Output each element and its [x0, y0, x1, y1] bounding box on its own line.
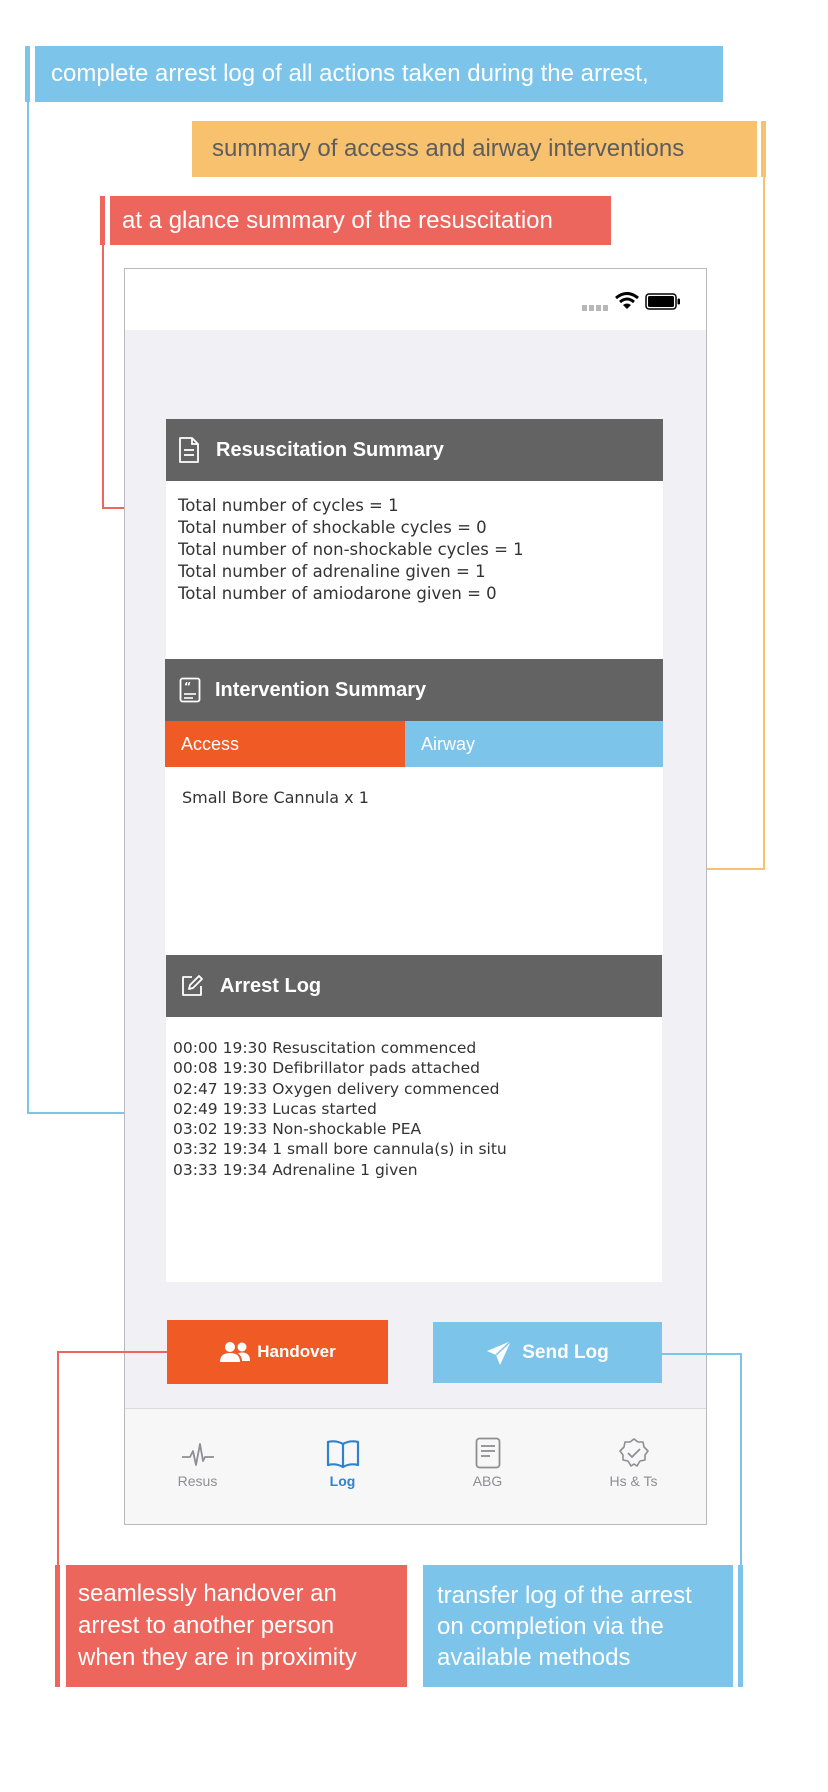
tab-bar: Resus Log ABG Hs & Ts — [125, 1408, 706, 1524]
arrest-log-body: 00:00 19:30 Resuscitation commenced 00:0… — [166, 1017, 662, 1282]
summary-line: Total number of shockable cycles = 0 — [178, 518, 487, 537]
badge-check-icon — [618, 1438, 649, 1467]
intervention-summary-body: Small Bore Cannula x 1 — [165, 767, 663, 955]
log-entry: 00:08 19:30 Defibrillator pads attached — [173, 1059, 480, 1078]
intervention-item: Small Bore Cannula x 1 — [182, 788, 369, 807]
log-entry: 03:33 19:34 Adrenaline 1 given — [173, 1160, 418, 1179]
summary-line: Total number of cycles = 1 — [178, 496, 399, 515]
callout-glance: at a glance summary of the resuscitation — [110, 196, 611, 245]
connector-log-vertical — [27, 102, 29, 1113]
send-log-button-label: Send Log — [522, 1341, 609, 1363]
tabbar-item-hs-ts[interactable]: Hs & Ts — [561, 1409, 706, 1489]
tabbar-label-hs-ts: Hs & Ts — [609, 1473, 658, 1489]
intervention-summary-header: “ Intervention Summary — [165, 659, 663, 721]
callout-glance-accent — [100, 196, 105, 245]
handover-button[interactable]: Handover — [167, 1320, 388, 1384]
send-log-button[interactable]: Send Log — [433, 1322, 662, 1383]
summary-line: Total number of adrenaline given = 1 — [178, 562, 486, 581]
wifi-icon — [615, 292, 639, 309]
tab-airway-label: Airway — [421, 733, 476, 754]
arrest-log-title: Arrest Log — [220, 974, 322, 997]
summary-line: Total number of amiodarone given = 0 — [178, 584, 497, 603]
tabbar-item-abg[interactable]: ABG — [415, 1409, 560, 1489]
resuscitation-summary-body: Total number of cycles = 1 Total number … — [166, 481, 663, 659]
log-entries: 00:00 19:30 Resuscitation commenced 00:0… — [173, 1038, 507, 1180]
signal-dots-icon — [582, 305, 608, 311]
tabbar-label-log: Log — [329, 1473, 356, 1489]
log-entry: 03:02 19:33 Non-shockable PEA — [173, 1120, 422, 1139]
summary-lines: Total number of cycles = 1 Total number … — [178, 495, 524, 605]
handover-button-label: Handover — [257, 1342, 336, 1361]
callout-interventions-accent — [761, 121, 766, 177]
resuscitation-summary-header: Resuscitation Summary — [166, 419, 663, 481]
log-entry: 02:49 19:33 Lucas started — [173, 1099, 377, 1118]
notes-icon — [475, 1437, 500, 1469]
connector-interventions-vertical — [763, 177, 765, 870]
pulse-icon — [181, 1443, 214, 1466]
callout-log-text: complete arrest log of all actions taken… — [51, 60, 649, 87]
summary-line: Total number of non-shockable cycles = 1 — [178, 540, 524, 559]
callout-send-text: transfer log of the arrest on completion… — [437, 1581, 692, 1671]
log-entry: 02:47 19:33 Oxygen delivery commenced — [173, 1079, 500, 1098]
arrest-log-header: Arrest Log — [166, 955, 662, 1017]
connector-handover-vertical — [57, 1351, 59, 1565]
callout-handover-accent — [55, 1565, 60, 1687]
tab-access-label: Access — [181, 733, 240, 754]
tabbar-item-resus[interactable]: Resus — [125, 1409, 270, 1489]
tab-access[interactable]: Access — [165, 721, 405, 767]
callout-handover-text: seamlessly handover an arrest to another… — [78, 1580, 357, 1671]
battery-icon — [645, 293, 680, 310]
callout-send: transfer log of the arrest on completion… — [423, 1565, 733, 1687]
log-entry: 03:32 19:34 1 small bore cannula(s) in s… — [173, 1140, 507, 1159]
log-entry: 00:00 19:30 Resuscitation commenced — [173, 1039, 477, 1057]
svg-text:“: “ — [184, 680, 191, 693]
callout-log-accent — [25, 46, 30, 102]
intervention-tabs: Access Airway — [165, 721, 663, 767]
resuscitation-summary-title: Resuscitation Summary — [216, 438, 444, 461]
connector-send-horizontal — [662, 1353, 742, 1355]
connector-glance-vertical — [102, 245, 104, 509]
paper-plane-icon — [487, 1339, 512, 1365]
intervention-summary-title: Intervention Summary — [215, 678, 427, 701]
connector-send-vertical — [740, 1353, 742, 1565]
tabbar-item-log[interactable]: Log — [270, 1409, 415, 1489]
tab-airway[interactable]: Airway — [405, 721, 663, 767]
callout-glance-text: at a glance summary of the resuscitation — [122, 206, 553, 234]
book-icon — [326, 1440, 359, 1469]
tabbar-label-abg: ABG — [472, 1473, 503, 1489]
status-bar — [125, 269, 706, 330]
edit-icon — [182, 975, 203, 996]
callout-handover: seamlessly handover an arrest to another… — [66, 1565, 407, 1687]
callout-interventions: summary of access and airway interventio… — [192, 121, 757, 177]
quote-document-icon: “ — [179, 677, 201, 703]
tabbar-label-resus: Resus — [177, 1473, 218, 1489]
callout-send-accent — [738, 1565, 743, 1687]
callout-interventions-text: summary of access and airway interventio… — [212, 135, 685, 162]
people-icon — [220, 1342, 251, 1362]
document-icon — [179, 437, 199, 463]
callout-log: complete arrest log of all actions taken… — [35, 46, 723, 102]
connector-handover-horizontal — [57, 1351, 167, 1353]
